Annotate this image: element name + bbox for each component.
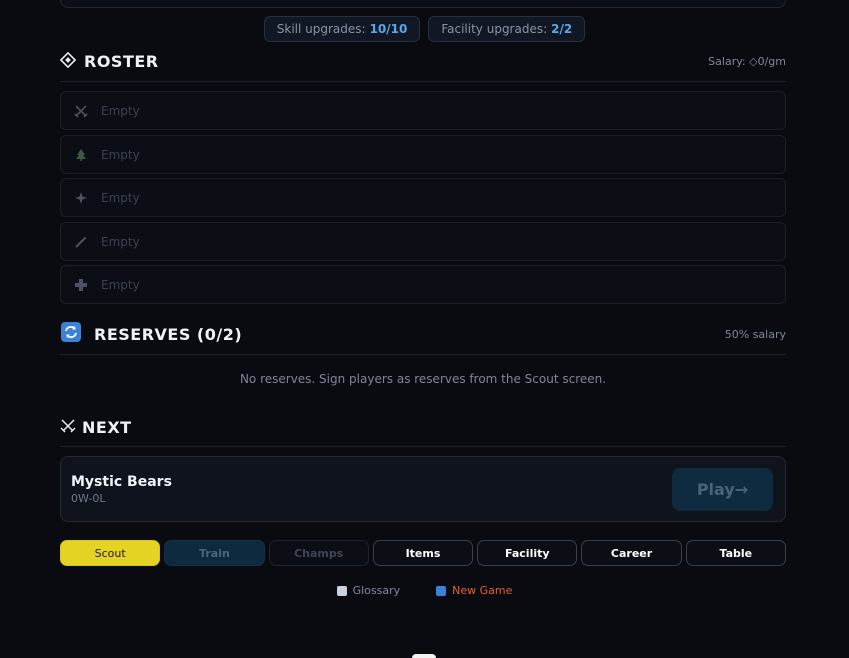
nav-items-button[interactable]: Items [372, 540, 474, 566]
next-match-card: Mystic Bears 0W-0L Play→ [60, 456, 786, 522]
glossary-link-label: Glossary [352, 584, 401, 597]
refresh-icon [60, 321, 82, 347]
nav-train-button[interactable]: Train [164, 540, 265, 566]
opponent-name: Mystic Bears [71, 473, 172, 490]
sparkle-icon [73, 190, 89, 206]
roster-slot-2[interactable]: Empty [60, 135, 786, 174]
play-button[interactable]: Play→ [672, 467, 773, 511]
reserves-title: RESERVES (0/2) [94, 324, 243, 344]
opponent-record: 0W-0L [71, 491, 106, 505]
book-icon [336, 585, 347, 596]
new-game-link[interactable]: New Game [436, 584, 512, 597]
wand-icon [73, 234, 89, 250]
top-panel [60, 0, 786, 8]
scroll-handle[interactable] [412, 654, 436, 658]
roster-slot-label: Empty [101, 277, 140, 292]
roster-slot-5[interactable]: Empty [60, 265, 786, 304]
reserves-salary-note: 50% salary [724, 327, 786, 341]
diamond-icon [59, 51, 77, 72]
skill-upgrades-pill: Skill upgrades: 10/10 [263, 16, 421, 42]
roster-slot-label: Empty [101, 190, 140, 205]
roster-slot-label: Empty [101, 147, 140, 162]
facility-upgrades-pill: Facility upgrades: 2/2 [428, 16, 586, 42]
skill-upgrades-value: 10/10 [369, 22, 408, 36]
facility-upgrades-value: 2/2 [551, 22, 573, 36]
next-header: NEXT [60, 414, 786, 447]
roster-header: ROSTER Salary: ◇0/gm [59, 50, 786, 82]
footer-links: Glossary New Game [0, 584, 849, 597]
roster-title: ROSTER [84, 52, 159, 71]
next-title: NEXT [82, 417, 132, 437]
roster-slot-1[interactable]: Empty [60, 91, 786, 130]
skill-upgrades-label: Skill upgrades: [276, 22, 366, 36]
roster-slot-label: Empty [101, 234, 140, 249]
roster-slot-4[interactable]: Empty [60, 222, 786, 261]
upgrade-counters: Skill upgrades: 10/10 Facility upgrades:… [0, 16, 849, 42]
glossary-link[interactable]: Glossary [336, 584, 401, 597]
nav-champs-button[interactable]: Champs [268, 540, 369, 566]
facility-upgrades-label: Facility upgrades: [441, 22, 548, 36]
roster-slot-label: Empty [101, 103, 140, 118]
reserves-empty-message: No reserves. Sign players as reserves fr… [239, 372, 607, 386]
roster-slot-3[interactable]: Empty [60, 178, 786, 217]
cross-icon [73, 277, 89, 293]
refresh-icon [436, 585, 447, 596]
new-game-link-label: New Game [452, 584, 513, 597]
nav-table-button[interactable]: Table [685, 540, 786, 566]
roster-salary: Salary: ◇0/gm [708, 55, 786, 68]
bottom-nav: Scout Train Champs Items Facility Career… [60, 540, 786, 566]
nav-career-button[interactable]: Career [581, 540, 682, 566]
nav-scout-button[interactable]: Scout [60, 540, 161, 566]
nav-facility-button[interactable]: Facility [477, 540, 578, 566]
reserves-header: RESERVES (0/2) 50% salary [60, 320, 786, 355]
crossed-swords-icon [60, 417, 76, 437]
crossed-swords-icon [73, 103, 89, 119]
tree-icon [73, 147, 89, 163]
